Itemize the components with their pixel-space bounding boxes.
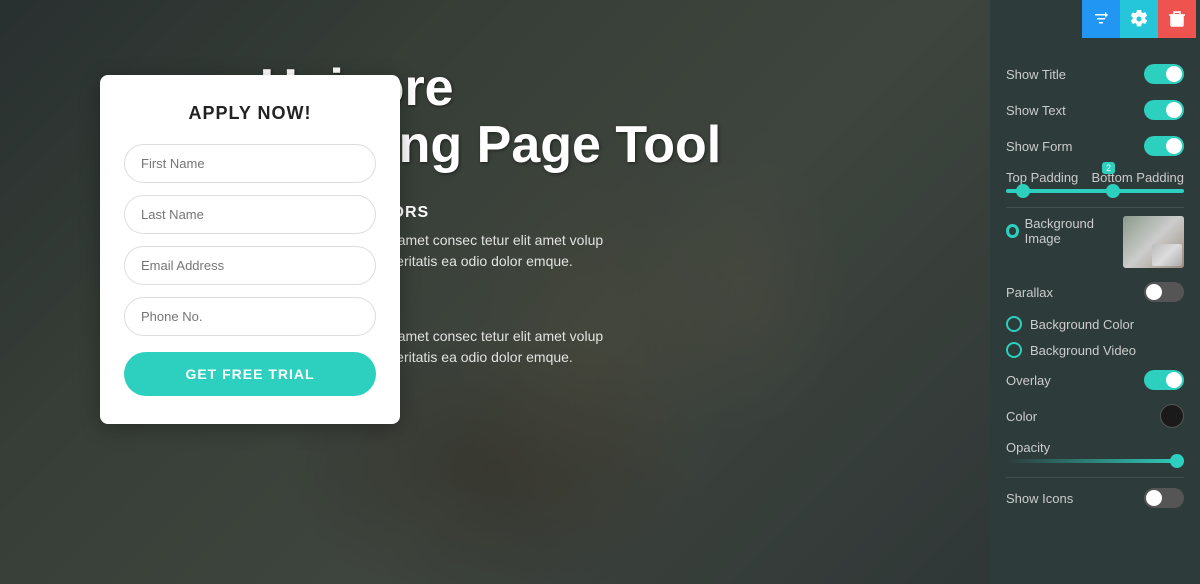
show-title-toggle[interactable] xyxy=(1144,64,1184,84)
bg-image-radio[interactable] xyxy=(1006,224,1019,238)
show-title-row: Show Title xyxy=(1006,62,1184,86)
divider1 xyxy=(1006,207,1184,208)
parallax-toggle[interactable] xyxy=(1144,282,1184,302)
show-title-label: Show Title xyxy=(1006,67,1066,82)
overlay-row: Overlay xyxy=(1006,368,1184,392)
phone-input[interactable] xyxy=(124,297,376,336)
settings-button[interactable] xyxy=(1120,0,1158,38)
panel-body: Show Title Show Text Show Form Top Paddi… xyxy=(1006,62,1184,510)
form-title: APPLY NOW! xyxy=(124,103,376,124)
app-wrapper: APPLY NOW! GET FREE TRIAL Unicore Landin… xyxy=(0,0,1200,584)
parallax-label: Parallax xyxy=(1006,285,1053,300)
show-icons-row: Show Icons xyxy=(1006,486,1184,510)
bg-image-thumbnail[interactable] xyxy=(1123,216,1184,268)
bg-video-label: Background Video xyxy=(1030,343,1136,358)
sort-button[interactable] xyxy=(1082,0,1120,38)
opacity-thumb[interactable] xyxy=(1170,454,1184,468)
padding-row: Top Padding Bottom Padding 2 xyxy=(1006,170,1184,193)
show-form-toggle[interactable] xyxy=(1144,136,1184,156)
delete-button[interactable] xyxy=(1158,0,1196,38)
get-free-trial-button[interactable]: GET FREE TRIAL xyxy=(124,352,376,396)
opacity-label: Opacity xyxy=(1006,440,1050,455)
show-text-row: Show Text xyxy=(1006,98,1184,122)
toolbar xyxy=(990,0,1200,38)
bottom-padding-badge: 2 xyxy=(1102,162,1115,174)
show-text-toggle[interactable] xyxy=(1144,100,1184,120)
divider2 xyxy=(1006,477,1184,478)
bg-video-row: Background Video xyxy=(1006,342,1184,358)
parallax-row: Parallax xyxy=(1006,280,1184,304)
trash-icon xyxy=(1168,10,1186,28)
bg-color-row: Background Color xyxy=(1006,316,1184,332)
padding-labels: Top Padding Bottom Padding xyxy=(1006,170,1184,185)
bg-image-row: Background Image xyxy=(1006,216,1184,268)
overlay-toggle[interactable] xyxy=(1144,370,1184,390)
show-icons-toggle[interactable] xyxy=(1144,488,1184,508)
opacity-row: Opacity xyxy=(1006,440,1184,463)
opacity-slider-track[interactable] xyxy=(1006,459,1184,463)
gear-icon xyxy=(1130,10,1148,28)
bg-color-radio[interactable] xyxy=(1006,316,1022,332)
bg-image-label: Background Image xyxy=(1025,216,1116,246)
bg-color-label: Background Color xyxy=(1030,317,1134,332)
color-label: Color xyxy=(1006,409,1037,424)
first-name-input[interactable] xyxy=(124,144,376,183)
top-padding-label: Top Padding xyxy=(1006,170,1078,185)
show-form-label: Show Form xyxy=(1006,139,1072,154)
show-icons-label: Show Icons xyxy=(1006,491,1073,506)
sort-icon xyxy=(1092,10,1110,28)
show-text-label: Show Text xyxy=(1006,103,1066,118)
bg-image-label-group: Background Image xyxy=(1006,216,1115,246)
show-form-row: Show Form xyxy=(1006,134,1184,158)
color-row: Color xyxy=(1006,404,1184,428)
email-input[interactable] xyxy=(124,246,376,285)
top-padding-thumb[interactable] xyxy=(1016,184,1030,198)
overlay-label: Overlay xyxy=(1006,373,1051,388)
last-name-input[interactable] xyxy=(124,195,376,234)
hero-section: APPLY NOW! GET FREE TRIAL Unicore Landin… xyxy=(0,0,990,584)
bottom-padding-thumb[interactable]: 2 xyxy=(1106,184,1120,198)
color-swatch[interactable] xyxy=(1160,404,1184,428)
right-panel: Show Title Show Text Show Form Top Paddi… xyxy=(990,38,1200,584)
padding-slider-track[interactable]: 2 xyxy=(1006,189,1184,193)
bg-video-radio[interactable] xyxy=(1006,342,1022,358)
form-card: APPLY NOW! GET FREE TRIAL xyxy=(100,75,400,424)
